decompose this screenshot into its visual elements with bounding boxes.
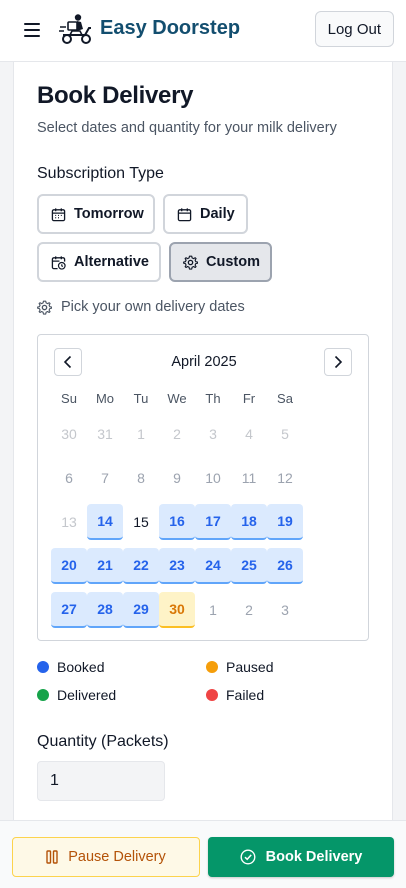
legend-dot [206, 661, 218, 673]
calendar-day[interactable]: 15 [123, 504, 159, 540]
calendar-day: 30 [61, 426, 77, 442]
legend-label: Paused [226, 659, 274, 675]
calendar-day: 2 [173, 426, 181, 442]
weekday-header: We [167, 391, 187, 406]
calendar-day: 5 [281, 426, 289, 442]
calendar-day: 3 [281, 602, 289, 618]
calendar-day: 1 [209, 602, 217, 618]
calendar-day: 10 [205, 470, 221, 486]
calendar-next-button[interactable] [324, 348, 352, 376]
calendar-day[interactable]: 21 [87, 548, 123, 584]
subscription-option-label: Alternative [74, 254, 149, 270]
weekday-header: Fr [242, 391, 256, 406]
calendar-day[interactable]: 16 [159, 504, 195, 540]
calendar-day[interactable]: 14 [87, 504, 123, 540]
calendar-day: 7 [101, 470, 109, 486]
calendar-day: 8 [137, 470, 145, 486]
calendar-day: 3 [209, 426, 217, 442]
calendar-day[interactable]: 25 [231, 548, 267, 584]
page-subtitle: Select dates and quantity for your milk … [37, 120, 337, 136]
subscription-custom-button[interactable]: Custom [169, 242, 272, 282]
legend-dot [37, 661, 49, 673]
book-delivery-label: Book Delivery [265, 849, 363, 865]
calendar-day: 12 [277, 470, 293, 486]
weekday-header: Mo [95, 391, 115, 406]
calendar-day[interactable]: 20 [51, 548, 87, 584]
book-delivery-button[interactable]: Book Delivery [208, 837, 394, 877]
subscription-option-label: Tomorrow [74, 206, 144, 222]
legend-dot [37, 689, 49, 701]
calendar-day[interactable]: 27 [51, 592, 87, 628]
calendar-clock-icon [51, 255, 66, 270]
subscription-option-label: Custom [206, 254, 260, 270]
delivery-calendar: April 2025 Su Mo Tu We Th Fr Sa 30 31 1 2 3 4 5 6 7 8 9 10… [37, 334, 369, 641]
calendar-day: 13 [61, 514, 77, 530]
hamburger-menu-icon[interactable] [24, 23, 40, 37]
subscription-alternative-button[interactable]: Alternative [37, 242, 161, 282]
quantity-label: Quantity (Packets) [37, 733, 169, 750]
calendar-icon [177, 207, 192, 221]
weekday-header: Sa [277, 391, 293, 406]
legend-failed: Failed [206, 687, 264, 703]
legend-label: Failed [226, 687, 265, 703]
calendar-day[interactable]: 19 [267, 504, 303, 540]
calendar-day[interactable]: 30 [159, 592, 195, 628]
calendar-day: 11 [241, 470, 257, 486]
calendar-day[interactable]: 23 [159, 548, 195, 584]
calendar-day: 31 [97, 426, 113, 442]
legend-label: Booked [57, 659, 105, 675]
legend-booked: Booked [37, 659, 104, 675]
quantity-input[interactable]: 1 [37, 761, 165, 801]
pause-icon [46, 850, 58, 864]
calendar-day[interactable]: 24 [195, 548, 231, 584]
calendar-day: 1 [137, 426, 145, 442]
subscription-option-label: Daily [200, 206, 235, 222]
legend-delivered: Delivered [37, 687, 116, 703]
calendar-icon [51, 207, 66, 221]
calendar-day[interactable]: 17 [195, 504, 231, 540]
calendar-day[interactable]: 26 [267, 548, 303, 584]
legend-dot [206, 689, 218, 701]
weekday-header: Th [205, 391, 221, 406]
custom-dates-hint: Pick your own delivery dates [37, 299, 245, 315]
subscription-tomorrow-button[interactable]: Tomorrow [37, 194, 155, 234]
calendar-day[interactable]: 29 [123, 592, 159, 628]
calendar-day: 9 [173, 470, 181, 486]
gear-icon [37, 300, 52, 315]
calendar-day[interactable]: 28 [87, 592, 123, 628]
weekday-header: Su [61, 391, 77, 406]
pause-delivery-label: Pause Delivery [68, 849, 166, 865]
chevron-right-icon [334, 355, 343, 369]
calendar-day[interactable]: 18 [231, 504, 267, 540]
brand-name: Easy Doorstep [100, 17, 241, 39]
calendar-day: 4 [245, 426, 253, 442]
subscription-daily-button[interactable]: Daily [163, 194, 248, 234]
check-circle-icon [240, 849, 256, 865]
legend-label: Delivered [57, 687, 117, 703]
calendar-day[interactable]: 22 [123, 548, 159, 584]
weekday-header: Tu [133, 391, 149, 406]
legend-paused: Paused [206, 659, 273, 675]
pause-delivery-button[interactable]: Pause Delivery [12, 837, 200, 877]
top-navbar: Easy Doorstep Log Out [0, 0, 406, 62]
calendar-day: 2 [245, 602, 253, 618]
delivery-scooter-logo [59, 14, 91, 44]
gear-icon [183, 255, 198, 270]
logout-button[interactable]: Log Out [314, 11, 394, 47]
calendar-day: 6 [65, 470, 73, 486]
page-title: Book Delivery [37, 82, 194, 109]
subscription-type-label: Subscription Type [37, 165, 164, 182]
calendar-month-title: April 2025 [171, 354, 237, 370]
hint-text: Pick your own delivery dates [61, 299, 245, 315]
